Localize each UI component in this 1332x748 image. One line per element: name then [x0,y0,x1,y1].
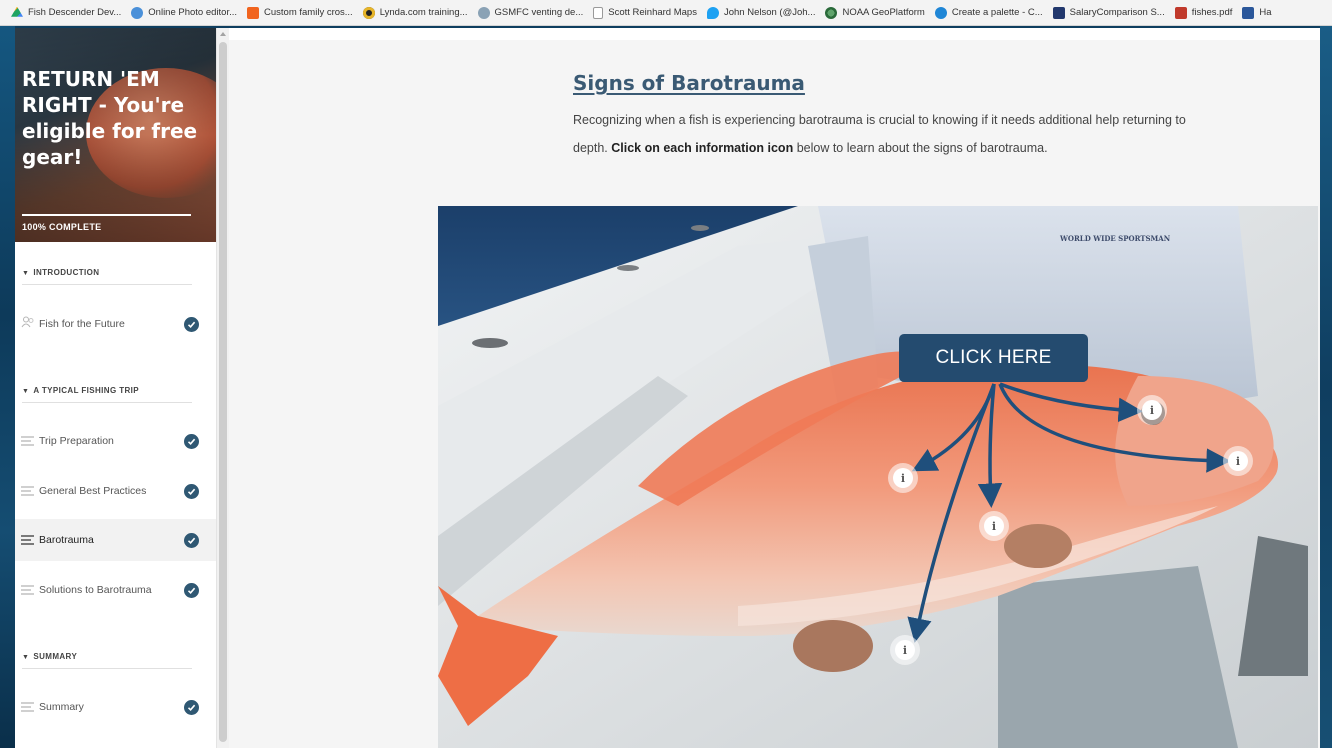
sidebar-item-barotrauma[interactable]: Barotrauma [15,519,216,561]
caret-down-icon: ▼ [22,388,30,395]
bookmark-salary-comparison[interactable]: SalaryComparison S... [1048,2,1170,24]
sidebar-scrollbar[interactable] [216,28,229,748]
sidebar-item-trip-preparation[interactable]: Trip Preparation [15,420,216,462]
section-summary[interactable]: ▼ SUMMARY [22,652,192,669]
section-a-typical-fishing-trip[interactable]: ▼ A TYPICAL FISHING TRIP [22,386,192,403]
text-lines-icon [21,702,35,712]
info-icon: i [893,468,913,488]
bookmarks-bar: Fish Descender Dev... Online Photo edito… [0,0,1332,26]
check-icon [184,532,199,548]
progress-label: 100% COMPLETE [22,222,102,232]
info-icon: i [1142,400,1162,420]
scroll-up-arrow-icon[interactable] [220,32,226,36]
sidebar-item-label: General Best Practices [39,485,147,497]
info-icon: i [984,516,1004,536]
etsy-icon [247,6,260,19]
text-lines-icon [21,535,35,545]
twitter-icon [706,6,719,19]
page-icon [593,6,604,19]
bookmark-etsy[interactable]: Custom family cros... [242,2,358,24]
caret-down-icon: ▼ [22,654,30,661]
photo-editor-icon [131,6,144,19]
info-icon: i [1228,451,1248,471]
salary-icon [1052,6,1065,19]
scrollbar-thumb[interactable] [219,42,227,742]
labeled-graphic: WORLD WIDE SPORTSMAN CLICK HERE i i i i … [438,206,1318,748]
course-hero: RETURN 'EM RIGHT - You're eligible for f… [15,28,216,242]
bookmark-fish-descender[interactable]: Fish Descender Dev... [6,2,126,24]
info-hotspot-scales[interactable]: i [888,463,918,493]
people-icon [21,315,35,333]
sidebar-item-fish-for-the-future[interactable]: Fish for the Future [15,303,216,345]
word-icon [1242,6,1255,19]
info-hotspot-belly[interactable]: i [890,635,920,665]
sidebar-item-label: Barotrauma [39,534,94,546]
check-icon [184,433,199,449]
desktop-background-right [1320,26,1332,748]
sidebar-item-label: Trip Preparation [39,435,114,447]
text-lines-icon [21,436,35,446]
click-here-callout: CLICK HERE [899,334,1088,382]
info-hotspot-mouth[interactable]: i [1223,446,1253,476]
bookmark-fishes-pdf[interactable]: fishes.pdf [1170,2,1238,24]
text-lines-icon [21,486,35,496]
bookmark-lynda[interactable]: Lynda.com training... [358,2,473,24]
intro-emphasis: Click on each information icon [611,141,794,155]
sidebar-item-summary[interactable]: Summary [15,686,216,728]
check-icon [184,699,199,715]
lesson-content: Signs of Barotrauma Recognizing when a f… [229,28,1320,748]
section-introduction[interactable]: ▼ INTRODUCTION [22,268,192,285]
bookmark-coolors[interactable]: Create a palette - C... [930,2,1048,24]
sidebar-item-label: Summary [39,701,84,713]
shirt-logo: WORLD WIDE SPORTSMAN [1059,234,1171,243]
check-icon [184,582,199,598]
bookmark-word[interactable]: Ha [1237,2,1276,24]
coolors-icon [934,6,947,19]
sidebar-item-label: Solutions to Barotrauma [39,584,152,596]
text-lines-icon [21,585,35,595]
pdf-icon [1174,6,1187,19]
bookmark-noaa[interactable]: NOAA GeoPlatform [820,2,929,24]
sidebar-item-label: Fish for the Future [39,318,125,330]
bookmark-gsmfc[interactable]: GSMFC venting de... [473,2,589,24]
desktop-background-left [0,26,15,748]
fish-photo: WORLD WIDE SPORTSMAN [438,206,1318,748]
caret-down-icon: ▼ [22,270,30,277]
check-icon [184,483,199,499]
lesson-title: Signs of Barotrauma [573,71,805,95]
bookmark-scott-reinhard[interactable]: Scott Reinhard Maps [588,2,702,24]
bookmark-photo-editor[interactable]: Online Photo editor... [126,2,242,24]
progress-bar [22,214,191,216]
bookmark-john-nelson[interactable]: John Nelson (@Joh... [702,2,821,24]
lesson-intro: Recognizing when a fish is experiencing … [573,113,1186,155]
sidebar-item-general-best-practices[interactable]: General Best Practices [15,470,216,512]
sidebar-item-solutions-to-barotrauma[interactable]: Solutions to Barotrauma [15,569,216,611]
course-title[interactable]: RETURN 'EM RIGHT - You're eligible for f… [22,66,207,170]
drive-icon [11,6,23,17]
course-sidebar: RETURN 'EM RIGHT - You're eligible for f… [15,28,216,748]
lynda-icon [362,6,375,19]
info-hotspot-body[interactable]: i [979,511,1009,541]
gsmfc-icon [477,6,490,19]
check-icon [184,316,199,332]
noaa-icon [825,6,838,19]
info-icon: i [895,640,915,660]
info-hotspot-eye[interactable]: i [1137,395,1167,425]
